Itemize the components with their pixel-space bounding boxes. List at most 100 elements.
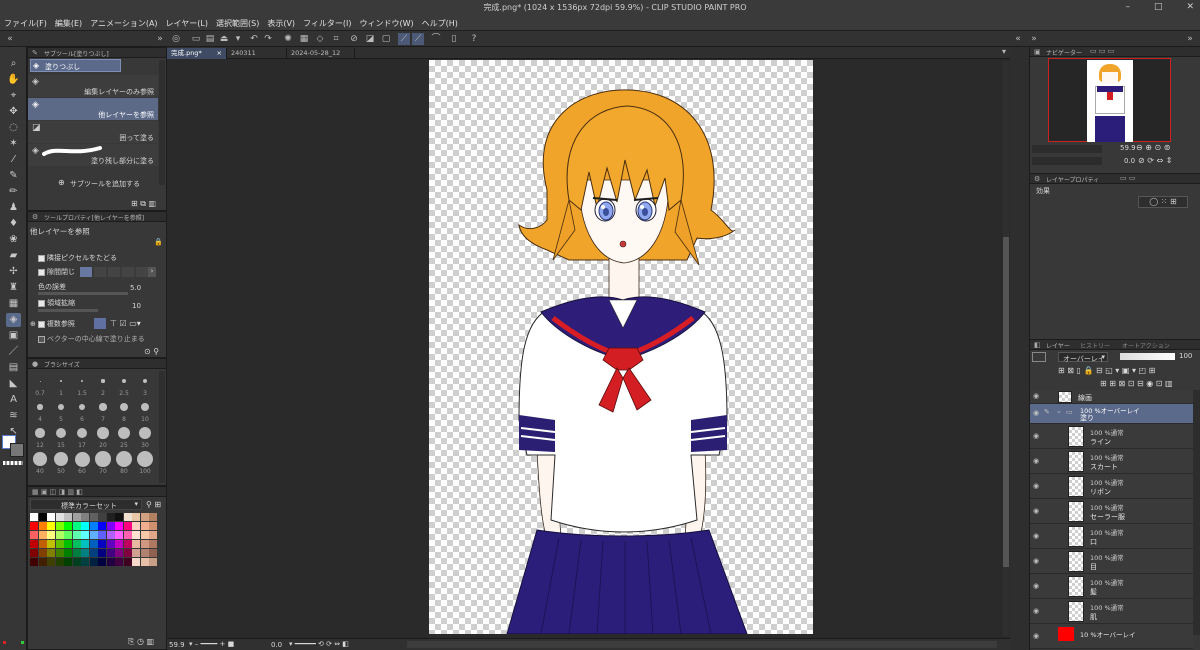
color-swatch[interactable] (38, 513, 47, 521)
folder-expand-icon[interactable]: ⌄ (1056, 407, 1062, 415)
color-swatch[interactable] (106, 540, 115, 548)
color-swatch[interactable] (38, 549, 47, 557)
color-swatch[interactable] (89, 513, 98, 521)
color-swatch[interactable] (64, 558, 72, 566)
brush-size-cell[interactable]: 7 (93, 399, 113, 424)
tab-document[interactable]: 2024-05-28_12 (287, 48, 355, 59)
color-swatch[interactable] (38, 522, 47, 530)
pen-icon[interactable]: ✎ (6, 169, 21, 183)
balloon-icon[interactable]: ≋ (6, 409, 21, 423)
new-file-icon[interactable]: ▭ (190, 33, 202, 45)
color-swatch[interactable] (72, 540, 81, 548)
color-swatch[interactable] (72, 558, 81, 566)
gap-close-checkbox[interactable]: 隙間閉じ (38, 267, 75, 277)
menu-help[interactable]: ヘルプ(H) (422, 18, 458, 29)
color-swatch[interactable] (55, 549, 64, 557)
color-swatch[interactable] (89, 531, 98, 539)
color-swatch[interactable] (115, 522, 123, 530)
magic-wand-icon[interactable]: ✶ (6, 137, 21, 151)
brush-size-cell[interactable]: 4 (30, 399, 50, 424)
color-swatch[interactable] (47, 522, 55, 530)
collapse-icon[interactable]: « (1012, 33, 1024, 45)
area-scaling-value[interactable]: 10 (132, 302, 141, 310)
tolerance-slider[interactable] (38, 292, 128, 295)
color-swatch[interactable] (72, 522, 81, 530)
color-swatch[interactable] (30, 549, 38, 557)
layer-lock-icons[interactable]: ⊞ ⊠ ▯ 🔒 ⊟ ◱ ▾ ▣ ▾ ◰ ⊞ (1058, 366, 1155, 375)
visibility-eye-icon[interactable]: ◉ (1033, 482, 1039, 490)
visibility-eye-icon[interactable]: ◉ (1033, 432, 1039, 440)
brush-size-cell[interactable]: 3 (135, 373, 155, 398)
visibility-eye-icon[interactable]: ◉ (1033, 532, 1039, 540)
layer-row[interactable]: ◉ 100 %通常 スカート (1030, 449, 1193, 474)
navigator-rotation-buttons[interactable]: ⊘ ⟳ ⇔ ⇕ (1138, 156, 1172, 165)
open-folder-icon[interactable]: ▤ (204, 33, 216, 45)
color-swatch[interactable] (30, 513, 38, 521)
tab-document[interactable]: 240311 (227, 48, 287, 59)
subtool-item[interactable]: ◈ 塗り残し部分に塗る (28, 144, 158, 166)
color-swatch[interactable] (47, 531, 55, 539)
navigator-rotation-value[interactable]: 0.0 (1124, 157, 1135, 165)
subtool-group-tab[interactable]: ◈ 塗りつぶし (30, 59, 121, 72)
color-swatch[interactable] (64, 522, 72, 530)
color-swatch[interactable] (132, 513, 140, 521)
color-set-select[interactable]: 標準カラーセット ▾ (30, 499, 142, 510)
color-swatch[interactable] (89, 549, 98, 557)
panel-action-icon[interactable]: ⊞ ⧉ ▥ (131, 199, 156, 209)
lock-icon[interactable]: 🔒 (154, 238, 163, 246)
panel-tab-icons[interactable]: ▭ ▭ (1120, 174, 1135, 182)
layer-scrollbar[interactable] (1193, 390, 1200, 635)
studio-icon[interactable]: ◎ (170, 33, 182, 45)
navigator-preview[interactable] (1048, 58, 1171, 142)
color-swatch[interactable] (55, 558, 64, 566)
layer-row[interactable]: ◉ 100 %通常 リボン (1030, 474, 1193, 499)
close-button[interactable]: ✕ (1186, 2, 1194, 12)
save-icon[interactable]: ⏏ (218, 33, 230, 45)
brush-size-cell[interactable]: 50 (51, 451, 71, 476)
color-swatch[interactable] (64, 531, 72, 539)
maximize-button[interactable]: □ (1154, 2, 1163, 12)
color-swatch[interactable] (132, 558, 140, 566)
color-swatch[interactable] (140, 522, 149, 530)
color-swatch[interactable] (149, 513, 157, 521)
layer-row[interactable]: ◉ 10 %オーバーレイ (1030, 624, 1193, 649)
rotation-value[interactable]: 0.0 (271, 641, 282, 649)
menu-selection[interactable]: 選択範囲(S) (216, 18, 259, 29)
color-swatch[interactable] (149, 522, 157, 530)
color-swatch[interactable] (132, 540, 140, 548)
brush-size-cell[interactable]: 2 (93, 373, 113, 398)
brush-size-cell[interactable]: 60 (72, 451, 92, 476)
color-swatch[interactable] (140, 513, 149, 521)
color-swatch[interactable] (98, 531, 106, 539)
operation-icon[interactable]: ⌖ (6, 89, 21, 103)
undo-icon[interactable]: ↶ (248, 33, 260, 45)
device-icon[interactable]: ▯ (448, 33, 460, 45)
menu-edit[interactable]: 編集(E) (55, 18, 82, 29)
move-icon[interactable]: ✥ (6, 105, 21, 119)
eraser-icon[interactable]: ▰ (6, 249, 21, 263)
snap-ruler-icon[interactable]: ⟋ (398, 33, 410, 45)
brush-size-cell[interactable]: 8 (114, 399, 134, 424)
color-swatch[interactable] (123, 513, 132, 521)
pencil-icon[interactable]: ✏ (6, 185, 21, 199)
color-swatch[interactable] (98, 513, 106, 521)
color-swatch[interactable] (106, 549, 115, 557)
opacity-slider[interactable] (1120, 353, 1175, 360)
color-swatch[interactable] (149, 558, 157, 566)
menu-window[interactable]: ウィンドウ(W) (360, 18, 414, 29)
subtool-item[interactable]: ◈ 編集レイヤーのみ参照 (28, 75, 158, 97)
visibility-eye-icon[interactable]: ◉ (1033, 507, 1039, 515)
subtool-item[interactable]: ◪ 囲って塗る (28, 121, 158, 143)
scrollbar-thumb[interactable] (1003, 237, 1009, 567)
menu-layer[interactable]: レイヤー(L) (166, 18, 208, 29)
brush-size-cell[interactable]: 1 (51, 373, 71, 398)
brush-size-cell[interactable]: 12 (30, 425, 50, 450)
collapse-icon[interactable]: » (154, 33, 166, 45)
color-swatch[interactable] (64, 540, 72, 548)
visibility-eye-icon[interactable]: ◉ (1033, 632, 1039, 640)
color-swatch[interactable] (106, 513, 115, 521)
vector-center-checkbox[interactable]: ベクターの中心線で塗り止まる (38, 334, 145, 344)
color-swatch[interactable] (106, 558, 115, 566)
color-swatch[interactable] (149, 531, 157, 539)
collapse-icon[interactable]: « (4, 33, 16, 45)
